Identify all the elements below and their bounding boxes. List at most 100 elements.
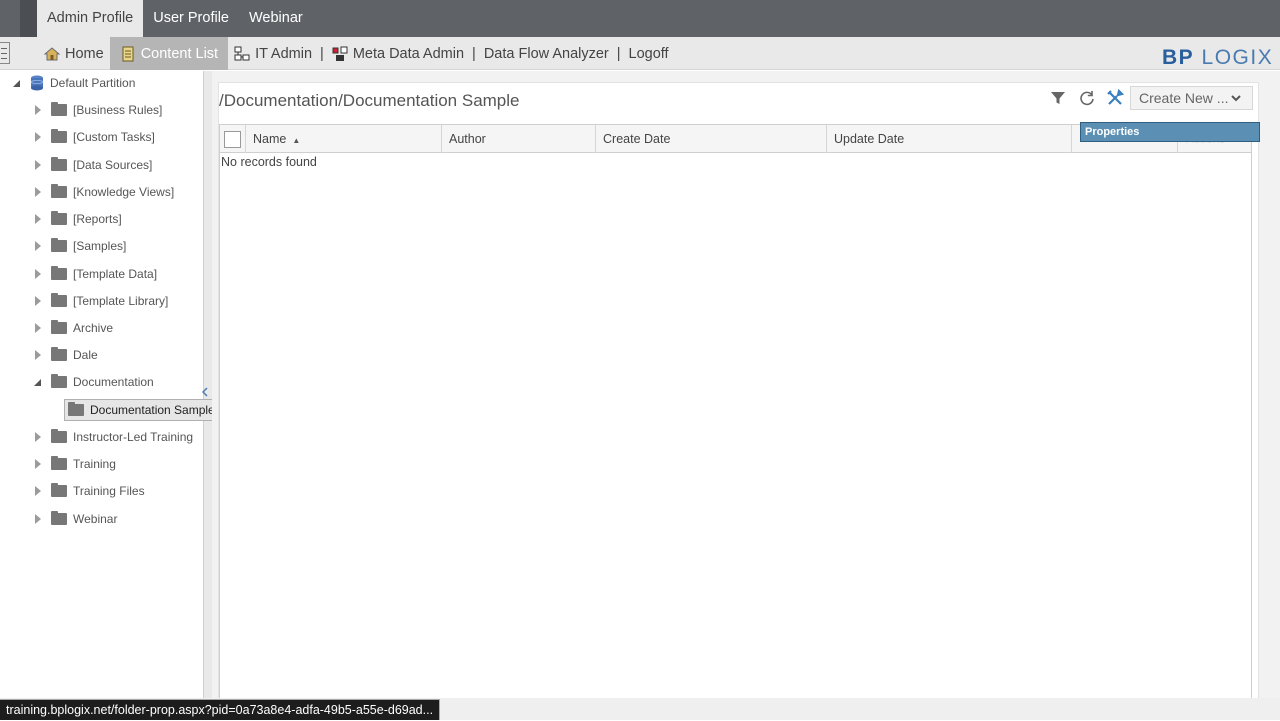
nav-items: Home Content List IT Admin | Meta Data A… <box>38 37 675 70</box>
column-header-update-date[interactable]: Update Date <box>827 125 1072 153</box>
tree-item[interactable]: Instructor-Led Training <box>33 426 193 448</box>
tree-item[interactable]: Training Files <box>33 480 145 502</box>
refresh-button[interactable] <box>1076 87 1098 109</box>
tree-item-selected[interactable]: Documentation Sample <box>64 399 218 421</box>
folder-icon <box>51 483 67 497</box>
column-header-name[interactable]: Name ▲ <box>246 125 442 153</box>
tree-item-label: [Custom Tasks] <box>73 130 155 144</box>
status-url: training.bplogix.net/folder-prop.aspx?pi… <box>0 699 441 720</box>
tree-item-label: Documentation Sample <box>90 403 215 417</box>
expand-icon[interactable] <box>33 432 43 442</box>
tree-item[interactable]: [Samples] <box>33 235 126 257</box>
nav-home[interactable]: Home <box>38 37 110 70</box>
nav-data-flow-analyzer-label: Data Flow Analyzer <box>483 45 609 62</box>
column-header-author[interactable]: Author <box>442 125 596 153</box>
tree-item-label: [Samples] <box>73 239 127 253</box>
select-all-checkbox[interactable] <box>224 131 241 148</box>
expand-icon[interactable] <box>33 514 43 524</box>
column-header-create-date[interactable]: Create Date <box>596 125 827 153</box>
expand-icon[interactable] <box>33 323 43 333</box>
expand-icon[interactable] <box>33 350 43 360</box>
tree-item[interactable]: Dale <box>33 344 98 366</box>
folder-icon <box>51 429 67 443</box>
column-name-label: Name <box>253 132 287 146</box>
expand-icon[interactable] <box>33 459 43 469</box>
it-admin-icon <box>234 46 250 60</box>
expand-icon[interactable] <box>33 486 43 496</box>
refresh-icon <box>1080 91 1094 106</box>
menu-grip[interactable] <box>20 0 37 37</box>
nav-logoff-label: Logoff <box>628 45 669 62</box>
expand-icon[interactable] <box>33 296 43 306</box>
expand-icon[interactable] <box>33 160 43 170</box>
filter-button[interactable] <box>1047 87 1069 109</box>
sort-ascending-icon: ▲ <box>292 136 301 145</box>
nav-content-list-label: Content List <box>140 45 219 62</box>
empty-message: No records found <box>221 155 317 169</box>
home-icon <box>44 46 60 60</box>
folder-icon <box>51 347 67 361</box>
tree-item[interactable]: Documentation <box>33 371 154 393</box>
tree-item-label: [Template Data] <box>73 267 158 281</box>
expand-icon[interactable] <box>33 105 43 115</box>
expand-icon[interactable] <box>33 187 43 197</box>
tree-item[interactable]: [Template Library] <box>33 290 168 312</box>
nav-it-admin-label: IT Admin <box>255 45 313 62</box>
tree-item[interactable]: Webinar <box>33 508 117 530</box>
folder-icon <box>51 456 67 470</box>
collapse-icon[interactable] <box>12 78 22 88</box>
tree-item[interactable]: Training <box>33 453 116 475</box>
tab-webinar[interactable]: Webinar <box>239 0 313 37</box>
logo-text-a: BP <box>1162 46 1195 69</box>
nav-home-label: Home <box>65 45 104 62</box>
nav-separator: | <box>616 45 621 62</box>
breadcrumb: /Documentation/Documentation Sample <box>219 91 520 110</box>
create-new-dropdown[interactable]: Create New ... <box>1130 86 1253 110</box>
tree-item[interactable]: Archive <box>33 317 113 339</box>
folder-icon <box>51 184 67 198</box>
tree-item[interactable]: [Knowledge Views] <box>33 181 174 203</box>
tree-item-label: Instructor-Led Training <box>73 430 194 444</box>
nav-content-list[interactable]: Content List <box>109 37 229 70</box>
tree-item-label: [Knowledge Views] <box>73 185 175 199</box>
tree-item-label: Dale <box>73 348 98 362</box>
nav-it-admin[interactable]: IT Admin <box>228 37 318 70</box>
side-menu-handle[interactable] <box>0 42 10 64</box>
nav-bar: Home Content List IT Admin | Meta Data A… <box>0 37 1280 70</box>
tree-item[interactable]: [Business Rules] <box>33 99 162 121</box>
tree-item[interactable]: [Data Sources] <box>33 154 152 176</box>
expand-icon[interactable] <box>33 132 43 142</box>
nav-logoff[interactable]: Logoff <box>623 37 675 70</box>
tree-root-label: Default Partition <box>50 76 136 90</box>
folder-icon <box>51 320 67 334</box>
folder-icon <box>51 211 67 225</box>
content-list-icon <box>122 46 134 61</box>
tree-item-label: [Business Rules] <box>73 103 163 117</box>
expand-icon[interactable] <box>33 241 43 251</box>
database-icon <box>30 75 44 91</box>
properties-menu-item[interactable]: Properties <box>1080 122 1260 142</box>
tree-item-label: Documentation <box>73 375 154 389</box>
tree-item-label: [Reports] <box>73 212 122 226</box>
folder-icon <box>51 266 67 280</box>
tree-item[interactable]: [Custom Tasks] <box>33 126 155 148</box>
tab-user-profile[interactable]: User Profile <box>143 0 239 37</box>
bplogix-logo: BP LOGIX <box>1162 46 1273 70</box>
profile-bar: Admin Profile User Profile Webinar <box>0 0 1280 37</box>
nav-meta-data-admin-label: Meta Data Admin <box>352 45 465 62</box>
expand-icon[interactable] <box>33 214 43 224</box>
nav-data-flow-analyzer[interactable]: Data Flow Analyzer <box>478 37 615 70</box>
tree-item[interactable]: [Template Data] <box>33 263 157 285</box>
expand-icon[interactable] <box>33 269 43 279</box>
tools-button[interactable] <box>1104 87 1126 109</box>
collapse-icon[interactable] <box>33 377 43 387</box>
tree-item-label: Training <box>73 457 116 471</box>
tree-item-label: Training Files <box>73 484 145 498</box>
filter-icon <box>1051 92 1065 104</box>
nav-meta-data-admin[interactable]: Meta Data Admin <box>326 37 470 70</box>
tab-admin-profile[interactable]: Admin Profile <box>37 0 144 37</box>
folder-icon <box>51 511 67 525</box>
profile-tabs: Admin Profile User Profile Webinar <box>37 0 313 37</box>
tree-item[interactable]: [Reports] <box>33 208 122 230</box>
tree-root[interactable]: Default Partition <box>12 72 135 94</box>
